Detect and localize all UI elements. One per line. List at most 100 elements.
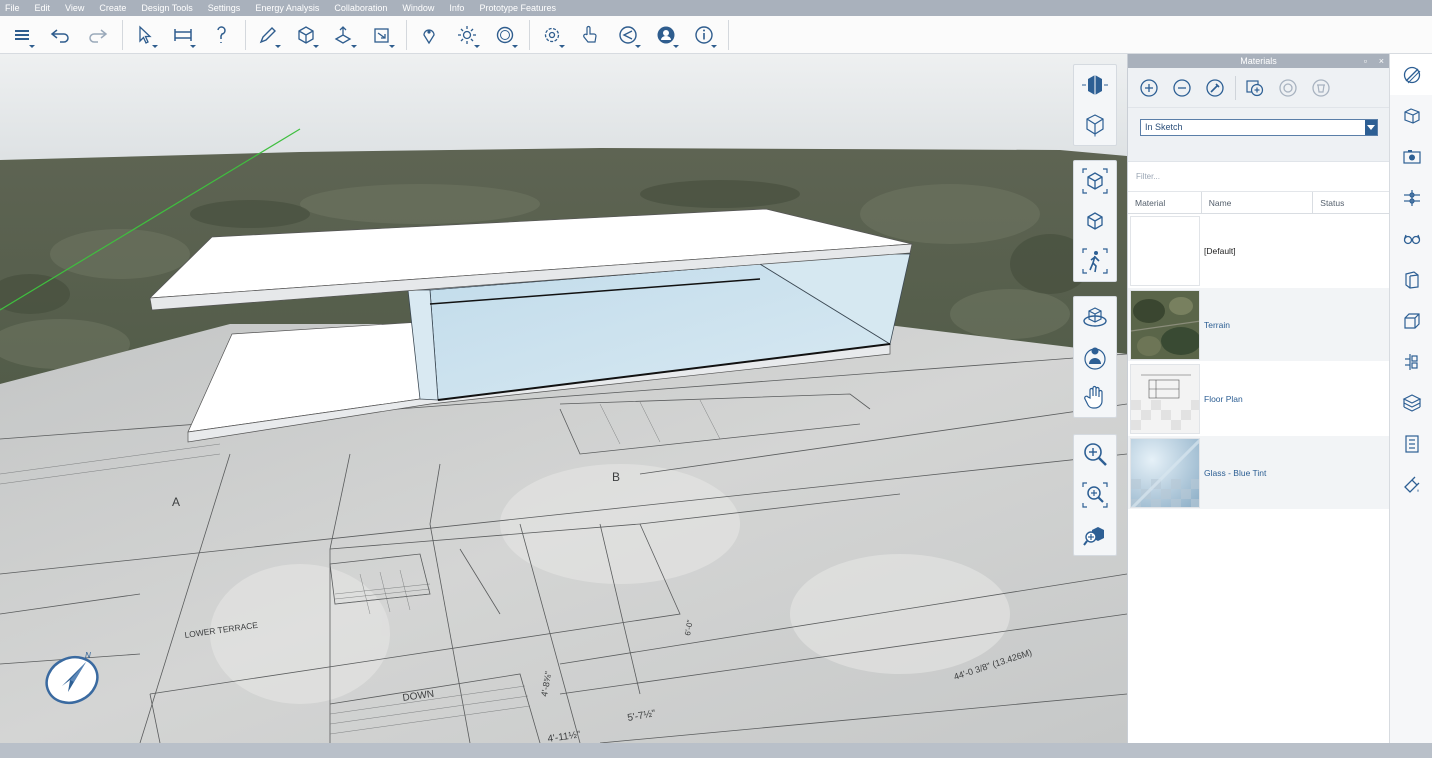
scope-dropdown[interactable]: In Sketch [1140, 119, 1378, 136]
orbit-button[interactable] [1075, 297, 1115, 337]
settings-button[interactable] [536, 19, 568, 51]
material-row-glass-blue-tint[interactable]: Glass - Blue Tint [1128, 436, 1389, 510]
menu-view[interactable]: View [65, 3, 84, 13]
scene-canvas[interactable]: LOWER TERRACE DOWN 44'-0 3/8" (13.426M) … [0, 54, 1127, 743]
dimension-button[interactable] [167, 19, 199, 51]
material-row-floor-plan[interactable]: Floor Plan [1128, 362, 1389, 436]
material-thumbnail [1130, 215, 1200, 286]
eyedropper-button[interactable] [1202, 75, 1228, 101]
rail-geometry-button[interactable] [1390, 95, 1432, 136]
interaction-icon [583, 25, 597, 43]
menu-prototype-features[interactable]: Prototype Features [479, 3, 556, 13]
walk-button[interactable] [1075, 241, 1115, 281]
undo-button[interactable] [44, 19, 76, 51]
material-thumbnail [1130, 363, 1200, 434]
massing-icon [1403, 312, 1420, 329]
material-row-default[interactable]: [Default] [1128, 214, 1389, 288]
nav-group-zoom [1073, 434, 1117, 556]
tape-measure-icon [217, 25, 226, 43]
sky [0, 54, 1127, 164]
wireframe-cube-button[interactable] [1075, 105, 1115, 145]
chevron-down-icon[interactable] [1365, 120, 1377, 135]
zoom-window-button[interactable] [1075, 475, 1115, 515]
draw-button[interactable] [252, 19, 284, 51]
svg-text:N: N [85, 651, 91, 660]
redo-icon [89, 28, 108, 43]
rail-paint-button[interactable] [1390, 464, 1432, 505]
glasses-icon [1403, 234, 1420, 244]
pan-button[interactable] [1075, 377, 1115, 417]
redo-button[interactable] [82, 19, 114, 51]
menu-create[interactable]: Create [99, 3, 126, 13]
material-name: Glass - Blue Tint [1204, 467, 1267, 478]
remove-material-button[interactable] [1169, 75, 1195, 101]
rail-massing-button[interactable] [1390, 300, 1432, 341]
menu-file[interactable]: File [5, 3, 20, 13]
rail-components-button[interactable] [1390, 341, 1432, 382]
rail-layers-button[interactable] [1390, 177, 1432, 218]
remove-material-icon [1173, 78, 1191, 97]
library-icon [1402, 393, 1421, 412]
paint-icon [1403, 476, 1419, 493]
rail-materials-button[interactable] [1390, 54, 1432, 95]
nav-group-view [1073, 64, 1117, 146]
compass-icon[interactable]: N [40, 646, 104, 710]
material-row-terrain[interactable]: Terrain [1128, 288, 1389, 362]
perspective-view-button[interactable] [1075, 201, 1115, 241]
sun-icon [458, 25, 476, 44]
info-button[interactable] [688, 19, 720, 51]
zoom-extents-icon [1083, 527, 1104, 546]
menu-window[interactable]: Window [402, 3, 434, 13]
add-material-button[interactable] [1136, 75, 1162, 101]
location-button[interactable] [413, 19, 445, 51]
rail-surface-button[interactable] [1390, 259, 1432, 300]
solid-tools-icon [298, 25, 314, 44]
material-name: Floor Plan [1204, 393, 1243, 404]
rail-properties-button[interactable] [1390, 423, 1432, 464]
look-around-button[interactable] [1075, 337, 1115, 377]
rail-glasses-button[interactable] [1390, 218, 1432, 259]
interaction-button[interactable] [574, 19, 606, 51]
replace-material-button[interactable] [1275, 75, 1301, 101]
solid-tools-button[interactable] [290, 19, 322, 51]
toolbar-separator [728, 19, 729, 50]
menu-collaboration[interactable]: Collaboration [334, 3, 387, 13]
zoom-button[interactable] [1075, 435, 1115, 475]
column-header-material[interactable]: Material [1128, 192, 1202, 213]
menu-info[interactable]: Info [449, 3, 464, 13]
rail-scenes-button[interactable] [1390, 136, 1432, 177]
add-from-library-button[interactable] [1242, 75, 1268, 101]
add-from-library-icon [1246, 79, 1264, 96]
move-button[interactable] [366, 19, 398, 51]
zoom-extents-button[interactable] [1075, 515, 1115, 555]
layers-panel-icon [1403, 189, 1420, 206]
scenes-icon [1402, 149, 1421, 164]
styles-button[interactable] [489, 19, 521, 51]
layers-button[interactable] [6, 19, 38, 51]
panel-close-button[interactable]: × [1379, 54, 1384, 68]
fit-view-button[interactable] [1075, 161, 1115, 201]
look-around-icon [1084, 347, 1106, 370]
view-cube-button[interactable] [1075, 65, 1115, 105]
rail-library-button[interactable] [1390, 382, 1432, 423]
menu-edit[interactable]: Edit [35, 3, 51, 13]
select-button[interactable] [129, 19, 161, 51]
app-window: File Edit View Create Design Tools Setti… [0, 0, 1432, 758]
account-button[interactable] [650, 19, 682, 51]
panel-float-button[interactable]: ▫ [1364, 54, 1367, 68]
geometry-icon [1403, 107, 1420, 124]
column-header-name[interactable]: Name [1202, 192, 1314, 213]
toolbar-separator [529, 19, 530, 50]
presentation-button[interactable] [612, 19, 644, 51]
purge-materials-button[interactable] [1308, 75, 1334, 101]
sun-button[interactable] [451, 19, 483, 51]
tape-measure-button[interactable] [205, 19, 237, 51]
column-header-status[interactable]: Status [1313, 192, 1389, 213]
menu-energy-analysis[interactable]: Energy Analysis [255, 3, 319, 13]
3d-viewport[interactable]: LOWER TERRACE DOWN 44'-0 3/8" (13.426M) … [0, 54, 1127, 743]
menu-design-tools[interactable]: Design Tools [141, 3, 192, 13]
nav-group-camera [1073, 160, 1117, 282]
filter-input[interactable] [1136, 172, 1376, 181]
menu-settings[interactable]: Settings [208, 3, 241, 13]
push-pull-button[interactable] [328, 19, 360, 51]
